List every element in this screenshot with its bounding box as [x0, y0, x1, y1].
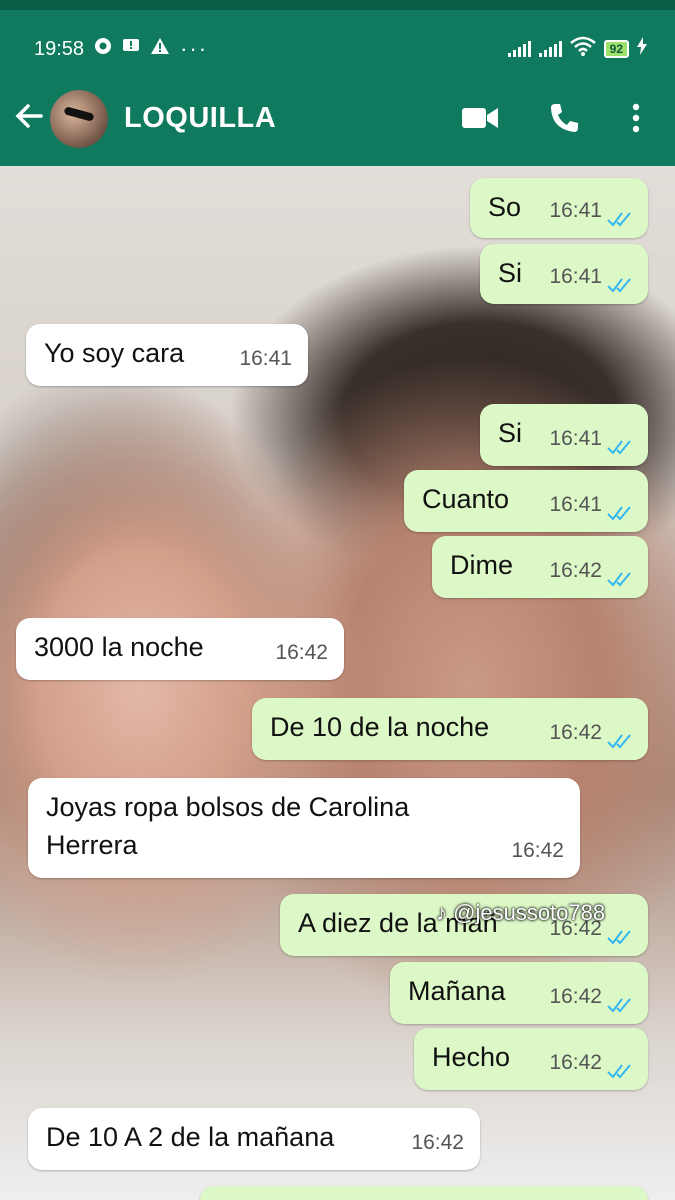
message-bubble-outgoing[interactable]: Hecho 16:42	[414, 1028, 648, 1090]
message-alert-icon	[122, 37, 140, 61]
message-text: Hecho	[432, 1042, 511, 1072]
back-arrow-icon[interactable]	[14, 100, 44, 140]
message-text: Yo soy cara	[44, 338, 185, 368]
message-text-line-1: Joyas ropa bolsos de Carolina	[46, 792, 410, 822]
message-bubble-outgoing[interactable]: Mañana 16:42	[390, 962, 648, 1024]
tiktok-watermark: ♪ @jesussoto788	[436, 900, 605, 926]
message-time: 16:42	[549, 1051, 602, 1074]
read-ticks-icon	[607, 1064, 631, 1079]
signal-2-icon	[538, 40, 562, 57]
menu-icon[interactable]	[616, 98, 656, 138]
message-time: 16:41	[549, 199, 602, 222]
message-text: Cuanto	[422, 484, 510, 514]
message-text: De 10 de la noche	[270, 712, 490, 742]
message-text: Dime	[450, 550, 514, 580]
message-bubble-outgoing[interactable]: So 16:41	[470, 178, 648, 238]
watermark-handle: @jesussoto788	[453, 900, 606, 925]
message-time: 16:42	[411, 1131, 464, 1154]
message-bubble-outgoing[interactable]: Cuanto 16:41	[404, 470, 648, 532]
avatar-glasses	[63, 106, 95, 122]
message-time: 16:41	[549, 493, 602, 516]
contact-name[interactable]: LOQUILLA	[124, 102, 276, 135]
status-time: 19:58	[34, 37, 85, 60]
message-time: 16:42	[511, 839, 564, 862]
message-text: De 10 A 2 de la mañana	[46, 1122, 335, 1152]
message-time: 16:42	[275, 641, 328, 664]
message-text: Si	[498, 418, 523, 448]
message-bubble-outgoing[interactable]: Si 16:41	[480, 244, 648, 304]
status-left: 19:58 ···	[34, 36, 208, 62]
message-bubble-incoming[interactable]: 3000 la noche 16:42	[16, 618, 344, 680]
message-text: 3000 la noche	[34, 632, 204, 662]
message-text: Mañana	[408, 976, 506, 1006]
read-ticks-icon	[607, 572, 631, 587]
read-ticks-icon	[607, 506, 631, 521]
chat-header: LOQUILLA	[0, 80, 675, 166]
message-time: 16:42	[549, 559, 602, 582]
video-call-icon[interactable]	[460, 98, 500, 138]
message-bubble-outgoing-partial[interactable]	[200, 1186, 648, 1200]
more-notifications-icon: ···	[180, 36, 209, 61]
signal-1-icon	[507, 40, 531, 57]
chat-area[interactable]: So 16:41 Si 16:41 Yo soy cara 16:41 Si 1…	[0, 166, 675, 1200]
message-text: So	[488, 192, 522, 222]
tiktok-icon: ♪	[436, 900, 454, 925]
read-ticks-icon	[607, 440, 631, 455]
message-bubble-incoming[interactable]: Joyas ropa bolsos de Carolina Herrera 16…	[28, 778, 580, 878]
message-text: Si	[498, 258, 523, 288]
message-text-line-2: Herrera	[46, 830, 138, 860]
read-ticks-icon	[607, 998, 631, 1013]
wifi-icon	[569, 36, 596, 61]
read-ticks-icon	[607, 930, 631, 945]
battery-level: 92	[603, 39, 629, 58]
message-time: 16:41	[549, 265, 602, 288]
message-time: 16:41	[239, 347, 292, 370]
charging-icon	[637, 37, 647, 60]
status-right: 92	[507, 36, 647, 61]
message-bubble-incoming[interactable]: De 10 A 2 de la mañana 16:42	[28, 1108, 480, 1170]
message-bubble-outgoing[interactable]: Dime 16:42	[432, 536, 648, 598]
message-time: 16:42	[549, 985, 602, 1008]
status-bar-top-strip	[0, 0, 675, 10]
message-time: 16:41	[549, 427, 602, 450]
message-bubble-incoming[interactable]: Yo soy cara 16:41	[26, 324, 308, 386]
read-ticks-icon	[607, 212, 631, 227]
message-bubble-outgoing[interactable]: Si 16:41	[480, 404, 648, 466]
warning-icon	[150, 37, 170, 61]
contact-avatar[interactable]	[50, 90, 108, 148]
message-bubble-outgoing[interactable]: De 10 de la noche 16:42	[252, 698, 648, 760]
chrome-icon	[94, 37, 112, 61]
message-time: 16:42	[549, 721, 602, 744]
voice-call-icon[interactable]	[544, 98, 584, 138]
read-ticks-icon	[607, 734, 631, 749]
read-ticks-icon	[607, 278, 631, 293]
status-bar: 19:58 ··· 92	[0, 0, 675, 80]
